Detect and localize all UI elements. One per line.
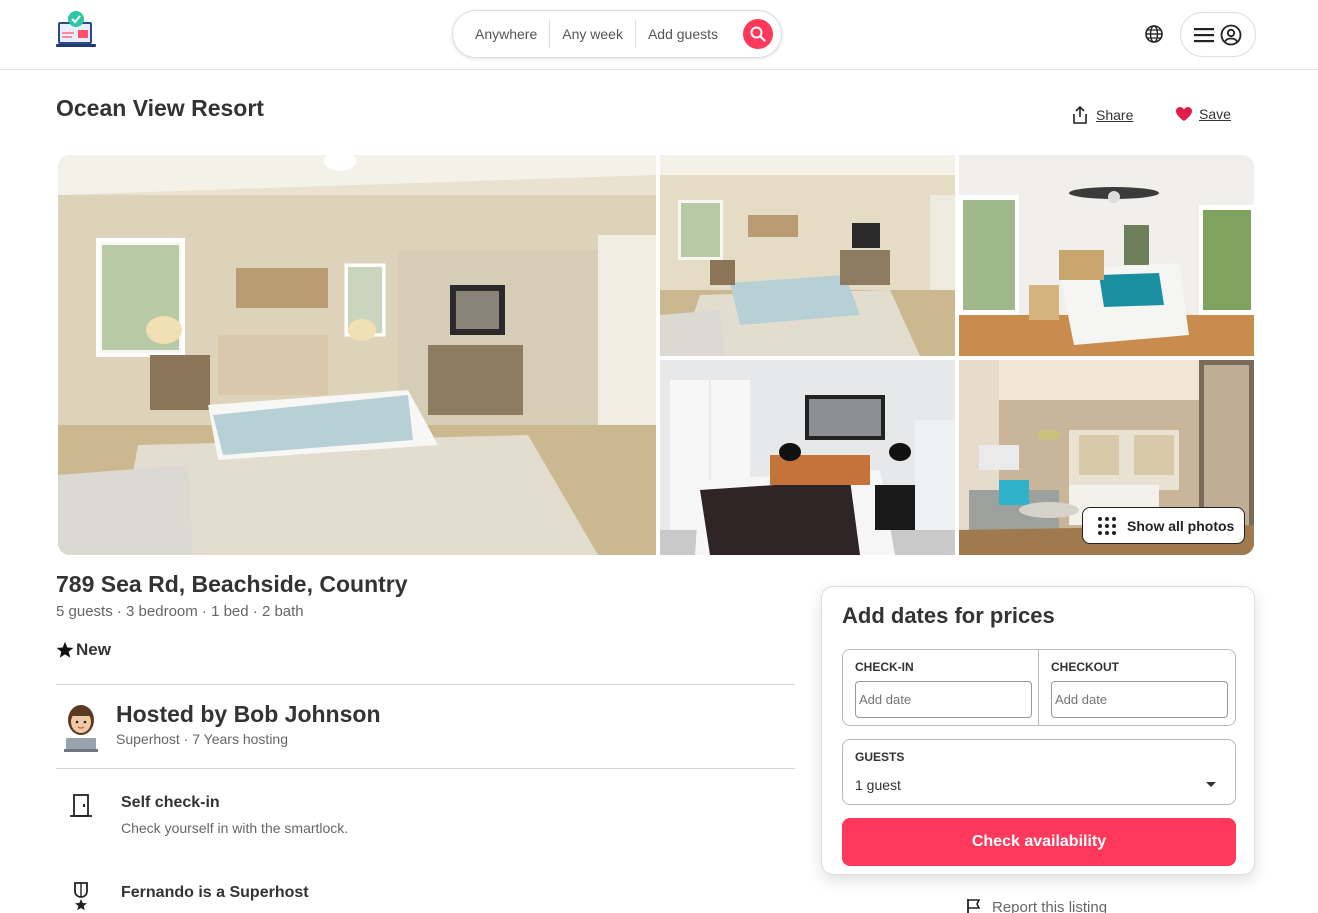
guests-value: 1 guest <box>855 777 901 793</box>
checkin-label: CHECK-IN <box>855 660 914 674</box>
show-all-photos-button[interactable]: Show all photos <box>1082 507 1245 544</box>
hamburger-icon <box>1194 27 1214 42</box>
checkout-section: CHECKOUT <box>1039 650 1235 725</box>
star-icon <box>56 641 74 658</box>
save-button[interactable]: Save <box>1175 106 1231 122</box>
checkout-input[interactable] <box>1051 681 1228 718</box>
listing-address: 789 Sea Rd, Beachside, Country <box>56 571 408 597</box>
show-all-photos-label: Show all photos <box>1127 517 1235 534</box>
photo-3[interactable] <box>959 155 1254 356</box>
check-availability-button[interactable]: Check availability <box>842 818 1236 866</box>
report-listing-link[interactable]: Report this listing <box>966 898 1107 913</box>
date-picker: CHECK-IN CHECKOUT <box>842 649 1236 726</box>
search-bar[interactable]: Anywhere Any week Add guests <box>452 10 782 58</box>
flag-icon <box>967 899 981 913</box>
divider <box>56 684 795 685</box>
user-menu-button[interactable] <box>1180 12 1256 57</box>
booking-title: Add dates for prices <box>842 603 1055 628</box>
logo-icon[interactable] <box>56 10 96 50</box>
feature-title: Self check-in <box>121 794 220 811</box>
feature-title: Fernando is a Superhost <box>121 884 309 901</box>
search-add-guests[interactable]: Add guests <box>636 20 726 48</box>
host-name: Hosted by Bob Johnson <box>116 701 381 727</box>
share-icon <box>1073 106 1087 124</box>
report-label: Report this listing <box>992 898 1108 913</box>
feature-description: Check yourself in with the smartlock. <box>121 820 349 836</box>
top-header: Anywhere Any week Add guests <box>0 0 1318 70</box>
listing-facts: 5 guests · 3 bedroom · 1 bed · 2 bath <box>56 603 304 620</box>
globe-icon[interactable] <box>1142 22 1166 46</box>
heart-icon <box>1176 107 1192 121</box>
search-icon <box>750 26 766 42</box>
chevron-down-icon <box>1206 782 1216 787</box>
checkin-input[interactable] <box>855 681 1032 718</box>
search-any-week[interactable]: Any week <box>550 20 636 48</box>
rating-label: New <box>76 640 111 659</box>
checkin-section: CHECK-IN <box>843 650 1039 725</box>
photo-2[interactable] <box>660 155 955 356</box>
guests-label: GUESTS <box>855 750 905 764</box>
divider <box>56 768 795 769</box>
photo-gallery <box>58 155 1254 555</box>
checkout-label: CHECKOUT <box>1051 660 1119 674</box>
main-photo[interactable] <box>58 155 656 555</box>
host-subtitle: Superhost · 7 Years hosting <box>116 731 289 747</box>
grid-icon <box>1098 516 1116 535</box>
search-button[interactable] <box>743 19 773 49</box>
save-label: Save <box>1199 106 1231 122</box>
booking-card: Add dates for prices CHECK-IN CHECKOUT G… <box>821 586 1255 875</box>
guests-select[interactable]: GUESTS 1 guest <box>842 739 1236 805</box>
search-anywhere[interactable]: Anywhere <box>463 20 551 48</box>
rating: New <box>56 640 111 660</box>
door-icon <box>70 793 92 819</box>
medal-icon <box>70 882 92 911</box>
share-button[interactable]: Share <box>1072 106 1133 124</box>
host-avatar[interactable] <box>62 700 100 752</box>
user-icon <box>1220 24 1242 45</box>
listing-title: Ocean View Resort <box>56 95 264 121</box>
share-label: Share <box>1096 107 1134 123</box>
photo-4[interactable] <box>660 360 955 555</box>
